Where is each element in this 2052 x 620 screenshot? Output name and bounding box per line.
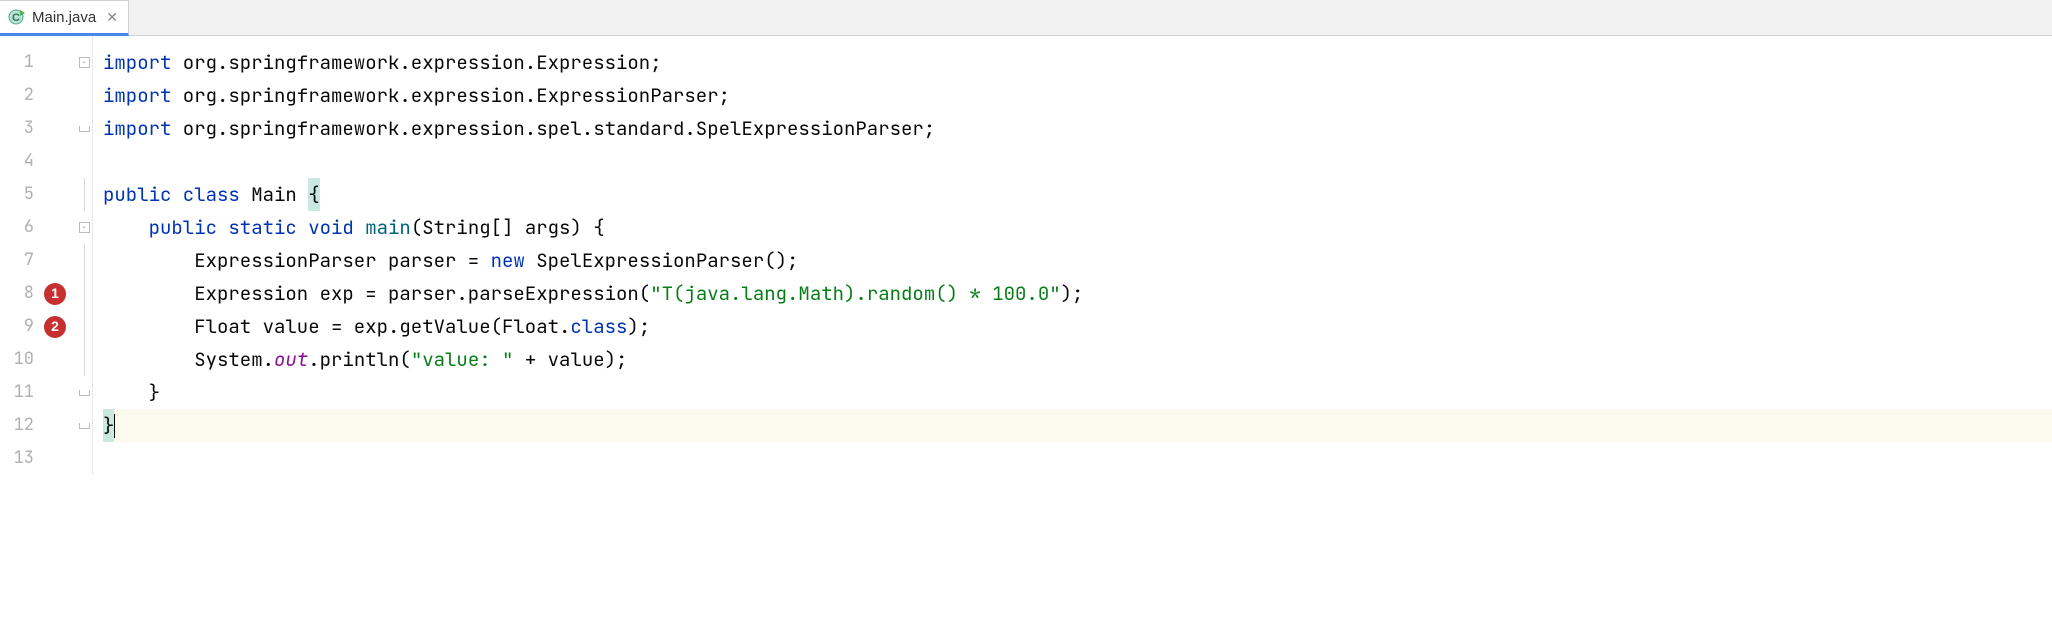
line-number: 1 <box>0 46 38 79</box>
line-number: 8 <box>0 277 38 310</box>
fold-end <box>76 376 92 409</box>
code-area[interactable]: import org.springframework.expression.Ex… <box>93 36 2052 475</box>
line-number: 5 <box>0 178 38 211</box>
gutter: 1− 2 3 4 5 6− 7 81 92 10 11 12 13 <box>0 36 93 475</box>
code-line: ExpressionParser parser = new SpelExpres… <box>103 244 2052 277</box>
tab-label: Main.java <box>32 9 96 26</box>
svg-text:C: C <box>12 12 20 24</box>
code-line <box>103 145 2052 178</box>
tab-main-java[interactable]: C Main.java ✕ <box>0 0 129 36</box>
code-line: import org.springframework.expression.Ex… <box>103 79 2052 112</box>
line-number: 2 <box>0 79 38 112</box>
code-line: System.out.println("value: " + value); <box>103 343 2052 376</box>
code-line: Expression exp = parser.parseExpression(… <box>103 277 2052 310</box>
error-marker-1[interactable]: 1 <box>44 283 66 305</box>
code-line: public class Main { <box>103 178 2052 211</box>
code-line-current: } <box>103 409 2052 442</box>
caret <box>114 414 115 438</box>
line-number: 11 <box>0 376 38 409</box>
line-number: 10 <box>0 343 38 376</box>
line-number: 9 <box>0 310 38 343</box>
line-number: 7 <box>0 244 38 277</box>
fold-toggle[interactable]: − <box>76 211 92 244</box>
error-marker-2[interactable]: 2 <box>44 316 66 338</box>
close-icon[interactable]: ✕ <box>106 9 118 26</box>
line-number: 4 <box>0 145 38 178</box>
fold-end <box>76 409 92 442</box>
code-editor[interactable]: 1− 2 3 4 5 6− 7 81 92 10 11 12 13 import… <box>0 36 2052 475</box>
fold-end <box>76 112 92 145</box>
fold-toggle[interactable]: − <box>76 46 92 79</box>
code-line: import org.springframework.expression.sp… <box>103 112 2052 145</box>
code-line: } <box>103 376 2052 409</box>
code-line: import org.springframework.expression.Ex… <box>103 46 2052 79</box>
code-line: Float value = exp.getValue(Float.class); <box>103 310 2052 343</box>
line-number: 6 <box>0 211 38 244</box>
code-line <box>103 442 2052 475</box>
line-number: 3 <box>0 112 38 145</box>
line-number: 13 <box>0 442 38 475</box>
code-line: public static void main(String[] args) { <box>103 211 2052 244</box>
line-number: 12 <box>0 409 38 442</box>
tab-bar: C Main.java ✕ <box>0 0 2052 36</box>
java-class-icon: C <box>8 8 26 26</box>
